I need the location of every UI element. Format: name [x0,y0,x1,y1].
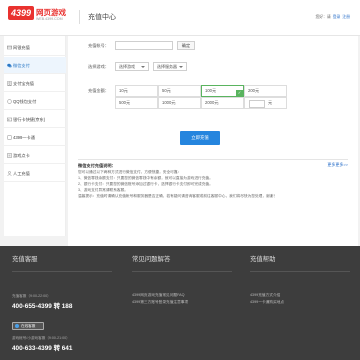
divider [78,159,348,160]
site-logo[interactable]: 4399 网页游戏 WEB.4399.COM [8,6,66,28]
footer-faq-title: 常见问题解答 [132,256,171,263]
account-label: 充值帐号： [88,43,109,48]
recharge-panel: 充值帐号： 确定 选择游戏： 选择游戏 选择服务器 充值金额： 10元 50元 … [68,36,358,246]
divider [12,271,112,272]
amount-option[interactable]: 50元 [158,85,201,97]
amount-text: 10元 [119,88,128,93]
alipay-icon: 支 [7,80,12,86]
custom-amount-unit: 元 [268,100,273,105]
server-select-value: 选择服务器 [157,64,177,69]
payment-method-sidebar: 网银充值 微信支付 支 支付宝充值 QQ钱包支付 银行卡快捷(京东) 4399一… [4,36,66,236]
sidebar-item-manual[interactable]: 人工充值 [4,165,66,182]
sidebar-item-label: 4399一卡通 [13,135,35,140]
divider [132,271,232,272]
chevron-down-icon [179,66,183,68]
notice-line: 3、游戏支付异常请联系客服。 [78,188,128,192]
amount-option-selected[interactable]: 100元 ✓ [201,85,244,97]
sidebar-item-game-card[interactable]: 游戏点卡 [4,147,66,164]
logo-subtext: WEB.4399.COM [36,17,63,21]
svg-text:支: 支 [8,81,12,86]
sidebar-item-jd-bankcard[interactable]: 银行卡快捷(京东) [4,111,66,128]
online-service-button[interactable]: 在线客服 [12,322,44,330]
login-link[interactable]: 登录 [333,15,341,19]
custom-amount-input[interactable] [249,100,265,108]
footer-service-title: 充值客服 [12,256,38,263]
check-icon: ✓ [236,90,243,96]
help-link[interactable]: 4399一卡通购买地点 [250,300,284,305]
amount-option[interactable]: 500元 [115,97,158,109]
amount-text: 200元 [248,88,260,93]
notice-line: 您可以通过以下两种方式进行微信支付，方便快捷，安全可靠： [78,170,182,174]
amount-option[interactable]: 200元 [244,85,287,97]
notice-more-link[interactable]: 更多更多>> [327,162,348,168]
notice-line: 2、银行卡支付：只要您的微信账号添加过银行卡，选择银行卡支付即可完成充值。 [78,182,213,186]
header-divider [79,10,80,24]
sidebar-item-label: 游戏点卡 [13,153,30,158]
page-header: 4399 网页游戏 WEB.4399.COM 充值中心 您好：请 登录 注册 [0,0,360,36]
register-link[interactable]: 注册 [342,15,350,19]
chevron-down-icon [141,66,145,68]
account-service-phone: 400-633-4399 转 641 [12,345,73,352]
sidebar-item-label: 微信支付 [13,63,30,68]
divider [250,271,350,272]
notice-line: 温馨提示：充值时请确认充值帐号和服务器是否正确，若有疑问请咨询客服或前往客服中心… [78,194,278,198]
amount-option[interactable]: 10元 [115,85,158,97]
account-service-hours: 游戏帐号/小游戏客服（9:00-21:00） [12,336,70,340]
amount-text: 1000元 [162,100,176,105]
service-phone: 400-655-4399 转 188 [12,303,73,310]
sidebar-item-label: QQ钱包支付 [13,99,37,104]
qq-icon [7,98,12,104]
notice-line: 1、微信零钱余额支付：只要您的微信零钱中有余额，就可以直接为游戏进行充值。 [78,176,213,180]
notice-title: 微信支付充值说明： [78,163,116,168]
card-icon [7,45,12,49]
account-input[interactable] [115,41,173,50]
amount-text: 100元 [205,88,217,93]
amount-text: 50元 [162,88,171,93]
sidebar-item-alipay[interactable]: 支 支付宝充值 [4,75,66,92]
sidebar-item-label: 支付宝充值 [13,81,34,86]
sidebar-item-label: 人工充值 [13,171,30,176]
service-hours: 充值客服（9:00-22:00） [12,294,51,298]
logo-number: 4399 [8,6,34,20]
amount-option[interactable]: 1000元 [158,97,201,109]
sidebar-item-4399-card[interactable]: 4399一卡通 [4,129,66,146]
faq-link[interactable]: 4399第三方账号登录充值注意事项 [132,300,188,305]
amount-label: 充值金额： [88,88,109,93]
game-card-icon [7,152,12,158]
game-select-value: 选择游戏 [119,64,135,69]
page-footer: 充值客服 常见问题解答 充值帮助 充值客服（9:00-22:00） 400-65… [0,246,360,360]
bank-card-icon [7,117,12,121]
sidebar-item-label: 银行卡快捷(京东) [13,117,46,122]
confirm-button[interactable]: 确定 [177,41,195,50]
custom-amount-cell: 元 [244,97,287,109]
sidebar-item-label: 网银充值 [13,45,30,50]
recharge-now-button[interactable]: 立即充值 [180,131,220,145]
sidebar-item-bank[interactable]: 网银充值 [4,39,66,56]
wechat-icon [7,63,12,67]
greeting-text: 您好：请 [315,15,331,19]
amount-text: 500元 [119,100,131,105]
amount-option[interactable]: 2000元 [201,97,244,109]
amount-text: 2000元 [205,100,219,105]
faq-link[interactable]: 4399网页游戏充值常见问题FAQ [132,293,184,298]
sidebar-item-wechat[interactable]: 微信支付 [4,57,66,74]
server-select[interactable]: 选择服务器 [153,62,187,71]
page-title: 充值中心 [88,14,116,21]
footer-help-title: 充值帮助 [250,256,276,263]
qq-icon [15,324,19,328]
game-select[interactable]: 选择游戏 [115,62,149,71]
help-link[interactable]: 4399充值方式介绍 [250,293,280,298]
game-label: 选择游戏： [88,64,109,69]
person-icon [7,170,12,176]
prepaid-card-icon [7,135,12,139]
sidebar-item-qq-wallet[interactable]: QQ钱包支付 [4,93,66,110]
online-service-label: 在线客服 [21,324,36,328]
user-links: 您好：请 登录 注册 [316,15,351,20]
